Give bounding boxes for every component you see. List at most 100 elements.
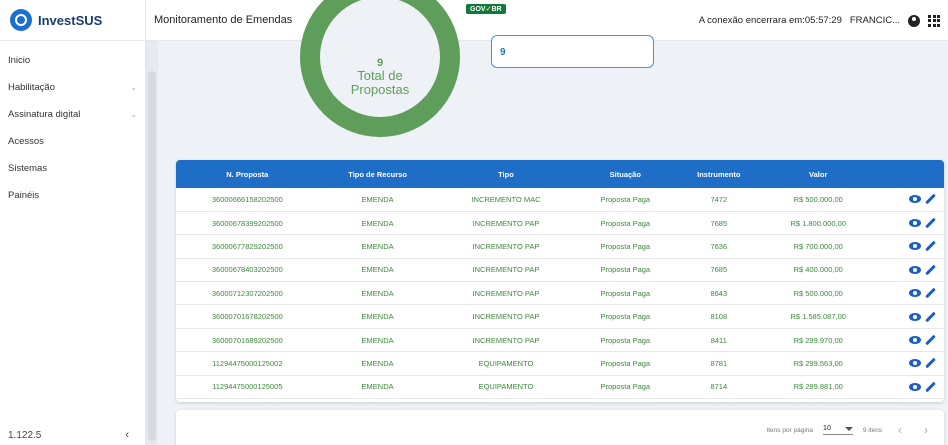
table-row[interactable]: 36000678403202500 EMENDA INCREMENTO PAP Pro… — [176, 258, 944, 282]
sidebar-item[interactable]: Acessos — [0, 128, 145, 155]
table-cell: EMENDA — [361, 265, 394, 275]
view-eye-icon[interactable] — [909, 359, 921, 368]
view-eye-icon[interactable] — [909, 219, 921, 228]
edit-pencil-icon[interactable] — [925, 334, 936, 346]
table-cell: INCREMENTO MAC — [471, 194, 541, 204]
sidebar-item[interactable]: Habilitação ⌄ — [0, 74, 145, 101]
summary-card-value: 9 — [500, 47, 506, 58]
table-row[interactable]: 36000712307202500 EMENDA INCREMENTO PAP Pro… — [176, 282, 944, 305]
scrollbar-track[interactable] — [146, 41, 158, 445]
table-cell: Proposta Paga — [600, 382, 651, 392]
sidebar-item-label: Inicio — [8, 55, 31, 66]
table-row[interactable]: 36000677829202500 EMENDA INCREMENTO PAP Pro… — [176, 235, 944, 259]
table-cell: 36000678399202500 — [211, 218, 283, 228]
table-cell: EMENDA — [361, 335, 394, 345]
column-header[interactable]: N. Proposta — [176, 160, 319, 188]
row-actions — [874, 235, 944, 258]
table-cell: EQUIPAMENTO — [478, 382, 534, 392]
proposals-table-card: N. Proposta Tipo de Recurso Tipo Situação In… — [176, 160, 944, 402]
table-cell: INCREMENTO PAP — [472, 335, 540, 345]
user-icon[interactable] — [908, 14, 920, 27]
edit-pencil-icon[interactable] — [925, 358, 936, 369]
apps-grid-icon[interactable] — [928, 14, 940, 27]
view-eye-icon[interactable] — [909, 312, 921, 321]
table-cell: 36000701678202500 — [211, 312, 283, 322]
column-header[interactable]: Tipo — [437, 160, 576, 188]
table-cell: EMENDA — [361, 382, 394, 392]
table-cell: 7472 — [710, 194, 728, 204]
items-per-page-select[interactable]: 10 — [823, 425, 853, 435]
view-eye-icon[interactable] — [909, 336, 921, 345]
user-name[interactable]: FRANCIC... — [850, 15, 900, 26]
sidebar-item[interactable]: Painéis — [0, 182, 145, 209]
sidebar-item[interactable]: Sistemas — [0, 155, 145, 182]
table-cell: Proposta Paga — [600, 241, 651, 251]
column-header[interactable]: Instrumento — [675, 160, 762, 188]
table-row[interactable]: 36000666158202500 EMENDA INCREMENTO MAC Pro… — [176, 188, 944, 212]
row-actions — [874, 282, 944, 305]
view-eye-icon[interactable] — [909, 382, 921, 391]
table-body: 36000666158202500 EMENDA INCREMENTO MAC Pro… — [176, 188, 944, 399]
table-row[interactable]: 36000678399202500 EMENDA INCREMENTO PAP Pro… — [176, 211, 944, 235]
table-cell: INCREMENTO PAP — [472, 265, 540, 275]
sidebar-item-label: Acessos — [8, 136, 44, 147]
table-cell: 8781 — [710, 358, 728, 368]
table-cell: 8108 — [710, 312, 728, 322]
session-text: A conexão encerrara em: — [698, 15, 805, 26]
items-per-page-value: 10 — [823, 425, 831, 432]
row-actions — [874, 328, 944, 351]
gov-br-badge[interactable]: GOV✓BR — [466, 4, 506, 14]
scrollbar-thumb[interactable] — [148, 71, 156, 441]
table-cell: EMENDA — [361, 194, 394, 204]
table-cell: 36000678403202500 — [211, 265, 283, 275]
row-actions — [874, 375, 944, 398]
column-header[interactable]: Tipo de Recurso — [319, 160, 437, 188]
sidebar-item[interactable]: Assinatura digital ⌄ — [0, 101, 145, 128]
table-cell: R$ 1.585.087,00 — [790, 312, 846, 322]
edit-pencil-icon[interactable] — [925, 264, 936, 276]
paginator: Itens por página 10 9 itens ‹ › — [176, 410, 944, 445]
edit-pencil-icon[interactable] — [925, 381, 936, 393]
dropdown-caret-icon — [844, 426, 853, 431]
edit-pencil-icon[interactable] — [925, 311, 936, 322]
table-cell: Proposta Paga — [600, 218, 651, 228]
table-cell: EQUIPAMENTO — [478, 358, 534, 368]
table-cell: INCREMENTO PAP — [472, 288, 540, 298]
table-cell: Proposta Paga — [600, 194, 651, 204]
edit-pencil-icon[interactable] — [925, 241, 936, 252]
table-cell: INCREMENTO PAP — [472, 218, 540, 228]
previous-page-button[interactable]: ‹ — [892, 423, 908, 437]
table-cell: 8411 — [710, 335, 727, 345]
summary-card-label — [500, 40, 645, 46]
sidebar-item[interactable]: Inicio — [0, 47, 145, 74]
brand[interactable]: InvestSUS — [0, 0, 145, 41]
table-cell: R$ 500.000,00 — [793, 288, 843, 298]
table-cell: EMENDA — [361, 312, 394, 322]
view-eye-icon[interactable] — [909, 265, 921, 274]
view-eye-icon[interactable] — [909, 195, 921, 204]
sidebar: InvestSUS Inicio Habilitação ⌄ Assinatura d… — [0, 0, 146, 445]
table-cell: 36000666158202500 — [211, 194, 283, 204]
table-cell: R$ 700.000,00 — [793, 241, 843, 251]
table-row[interactable]: 36000701689202500 EMENDA INCREMENTO PAP Pro… — [176, 328, 944, 352]
next-page-button[interactable]: › — [918, 423, 934, 437]
table-row[interactable]: 36000701678202500 EMENDA INCREMENTO PAP Pro… — [176, 305, 944, 329]
table-cell: Proposta Paga — [600, 288, 651, 298]
edit-pencil-icon[interactable] — [925, 287, 936, 299]
table-row[interactable]: 11294475000125005 EMENDA EQUIPAMENTO Propos… — [176, 375, 944, 399]
table-cell: Proposta Paga — [600, 335, 651, 345]
summary-card: 9 — [491, 35, 654, 68]
collapse-sidebar-button[interactable]: ‹ — [125, 429, 129, 441]
view-eye-icon[interactable] — [909, 289, 921, 298]
view-eye-icon[interactable] — [909, 242, 921, 251]
column-header[interactable]: Situação — [575, 160, 675, 188]
chevron-down-icon: ⌄ — [130, 83, 137, 92]
column-header-actions — [874, 160, 944, 188]
session-countdown: A conexão encerrara em:05:57:29 — [699, 15, 842, 26]
column-header[interactable]: Valor — [762, 160, 874, 188]
edit-pencil-icon[interactable] — [925, 217, 936, 229]
table-row[interactable]: 11294475000125002 EMENDA EQUIPAMENTO Propos… — [176, 352, 944, 376]
row-actions — [874, 305, 944, 328]
table-cell: 7636 — [710, 241, 728, 251]
edit-pencil-icon[interactable] — [925, 194, 936, 205]
